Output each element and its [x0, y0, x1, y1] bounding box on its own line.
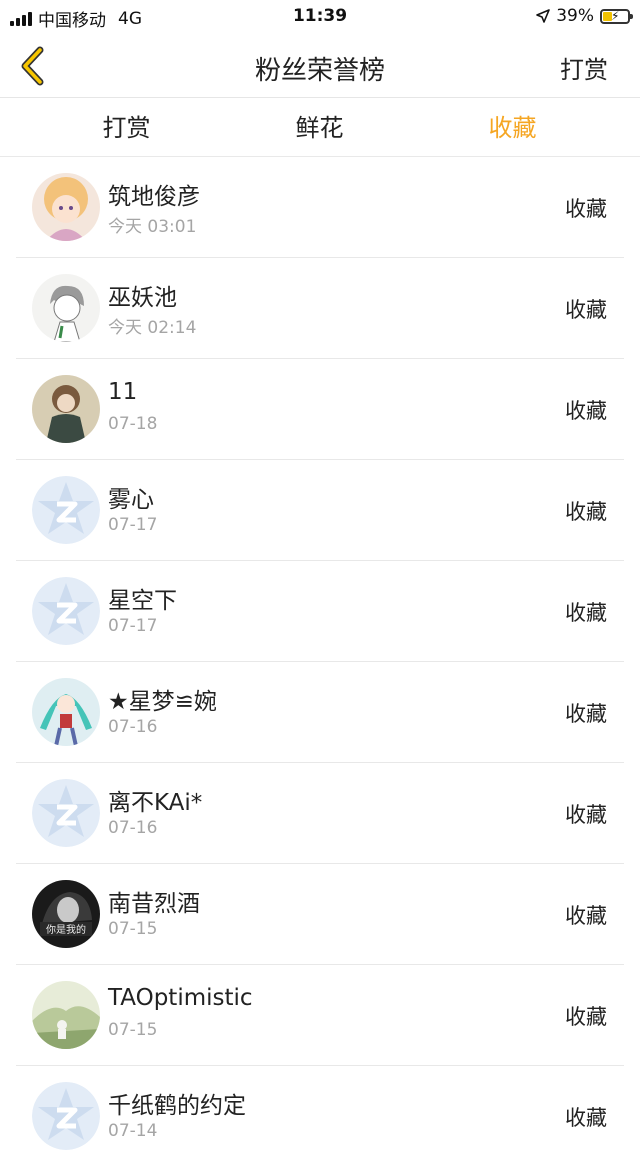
user-name: TAOptimistic	[108, 985, 253, 1011]
action-label: 收藏	[565, 197, 607, 221]
action-label: 收藏	[565, 1005, 607, 1029]
user-time: 07-16	[108, 818, 158, 838]
user-name: 雾心	[108, 487, 154, 513]
user-time: 07-17	[108, 515, 158, 535]
list-item[interactable]: 南昔烈酒 07-15 收藏	[0, 864, 640, 965]
avatar[interactable]	[32, 981, 100, 1049]
user-time: 今天 03:01	[108, 217, 197, 237]
avatar[interactable]	[32, 1082, 100, 1150]
tab-bar: 打赏 鲜花 收藏	[0, 99, 640, 157]
action-label: 收藏	[565, 500, 607, 524]
action-label: 收藏	[565, 904, 607, 928]
user-time: 07-15	[108, 1020, 158, 1040]
user-time: 今天 02:14	[108, 318, 197, 338]
avatar[interactable]	[32, 678, 100, 746]
list-item[interactable]: 雾心 07-17 收藏	[0, 460, 640, 561]
list-item[interactable]: 星空下 07-17 收藏	[0, 561, 640, 662]
user-time: 07-18	[108, 414, 158, 434]
tab-reward[interactable]: 打赏	[30, 99, 223, 156]
location-arrow-icon	[536, 9, 551, 23]
user-name: 南昔烈酒	[108, 891, 200, 917]
avatar[interactable]	[32, 880, 100, 948]
avatar[interactable]	[32, 779, 100, 847]
user-name: 巫妖池	[108, 285, 177, 311]
user-name: ★星梦≌婉	[108, 689, 217, 715]
list-item[interactable]: 巫妖池 今天 02:14 收藏	[0, 258, 640, 359]
action-label: 收藏	[565, 601, 607, 625]
user-time: 07-14	[108, 1121, 158, 1141]
user-name: 千纸鹤的约定	[108, 1093, 246, 1119]
tab-flowers[interactable]: 鲜花	[223, 99, 416, 156]
action-label: 收藏	[565, 702, 607, 726]
list-item[interactable]: 离不KAi* 07-16 收藏	[0, 763, 640, 864]
nav-bar: 粉丝荣誉榜 打赏	[0, 34, 640, 98]
user-time: 07-16	[108, 717, 158, 737]
user-time: 07-17	[108, 616, 158, 636]
fan-list: 筑地俊彦 今天 03:01 收藏 巫妖池 今天 02:14 收藏 11 07-1…	[0, 157, 640, 1167]
user-name: 筑地俊彦	[108, 184, 200, 210]
action-label: 收藏	[565, 399, 607, 423]
avatar[interactable]	[32, 577, 100, 645]
tab-favorites[interactable]: 收藏	[416, 99, 609, 156]
battery-percent: 39%	[556, 6, 594, 26]
avatar[interactable]	[32, 274, 100, 342]
list-item[interactable]: ★星梦≌婉 07-16 收藏	[0, 662, 640, 763]
action-label: 收藏	[565, 803, 607, 827]
page-title: 粉丝荣誉榜	[254, 56, 385, 86]
list-item[interactable]: 筑地俊彦 今天 03:01 收藏	[0, 157, 640, 258]
status-bar: 中国移动 4G 11:39 39% ⚡	[0, 0, 640, 34]
list-item[interactable]: 11 07-18 收藏	[0, 359, 640, 460]
list-item[interactable]: TAOptimistic 07-15 收藏	[0, 965, 640, 1066]
user-name: 星空下	[108, 588, 177, 614]
user-time: 07-15	[108, 919, 158, 939]
reward-button[interactable]: 打赏	[560, 50, 608, 85]
user-name: 11	[108, 379, 138, 405]
avatar[interactable]	[32, 476, 100, 544]
action-label: 收藏	[565, 298, 607, 322]
user-name: 离不KAi*	[108, 790, 203, 816]
avatar[interactable]	[32, 173, 100, 241]
avatar[interactable]	[32, 375, 100, 443]
battery-icon: ⚡	[600, 8, 633, 24]
status-right: 39% ⚡	[536, 6, 633, 26]
list-item[interactable]: 千纸鹤的约定 07-14 收藏	[0, 1066, 640, 1167]
action-label: 收藏	[565, 1106, 607, 1130]
